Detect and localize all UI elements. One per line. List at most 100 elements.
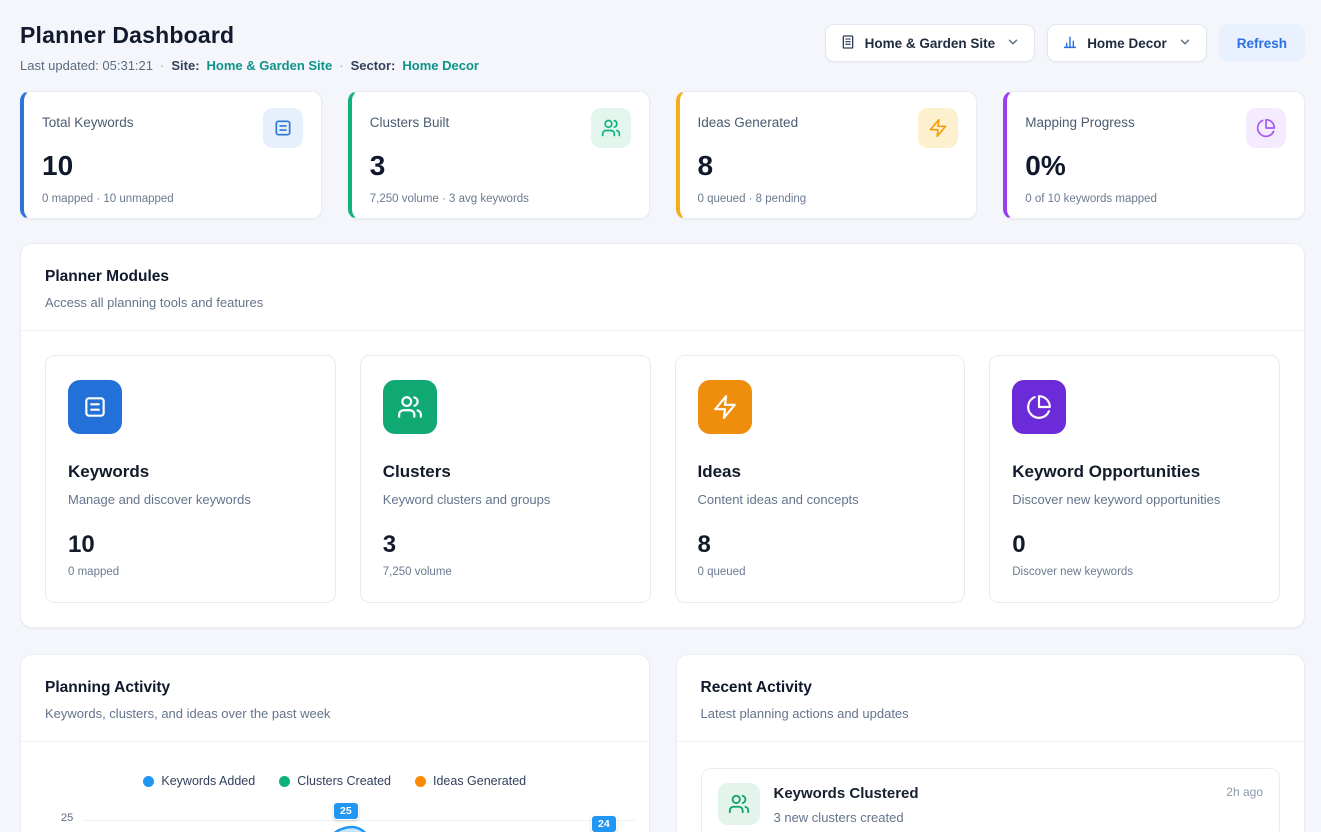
pie-chart-icon <box>1246 108 1286 148</box>
refresh-button[interactable]: Refresh <box>1219 24 1305 62</box>
module-description: Content ideas and concepts <box>698 492 943 507</box>
legend-item-keywords-added: Keywords Added <box>143 774 255 788</box>
page-title: Planner Dashboard <box>20 22 479 49</box>
data-point-label: 24 <box>591 815 617 832</box>
sector-label: Sector: <box>351 58 396 73</box>
sector-selector-dropdown[interactable]: Home Decor <box>1047 24 1207 62</box>
header-meta: Last updated: 05:31:21 · Site: Home & Ga… <box>20 58 479 73</box>
site-link[interactable]: Home & Garden Site <box>207 58 333 73</box>
last-updated-text: Last updated: 05:31:21 <box>20 58 153 73</box>
site-selector-label: Home & Garden Site <box>865 36 996 51</box>
module-subtext: 0 queued <box>698 566 943 578</box>
stats-row: Total Keywords 10 0 mapped · 10 unmapped… <box>0 89 1321 219</box>
chart-legend: Keywords Added Clusters Created Ideas Ge… <box>21 774 649 788</box>
module-subtext: 0 mapped <box>68 566 313 578</box>
module-card-ideas[interactable]: Ideas Content ideas and concepts 8 0 que… <box>675 355 966 603</box>
recent-activity-list: Keywords Clustered 3 new clusters create… <box>677 742 1305 832</box>
stat-subtext: 0 of 10 keywords mapped <box>1025 193 1286 205</box>
stat-subtext: 7,250 volume · 3 avg keywords <box>370 193 631 205</box>
stat-subtext: 0 queued · 8 pending <box>698 193 959 205</box>
meta-separator: · <box>160 58 164 73</box>
stat-card-clusters-built: Clusters Built 3 7,250 volume · 3 avg ke… <box>348 91 650 219</box>
stat-head: Total Keywords <box>42 108 303 148</box>
module-value: 10 <box>68 531 313 559</box>
stat-card-ideas-generated: Ideas Generated 8 0 queued · 8 pending <box>676 91 978 219</box>
list-icon <box>263 108 303 148</box>
stat-label: Mapping Progress <box>1025 115 1135 130</box>
page-header: Planner Dashboard Last updated: 05:31:21… <box>0 0 1321 89</box>
recent-activity-header: Recent Activity Latest planning actions … <box>677 655 1305 741</box>
recent-activity-subtitle: Latest planning actions and updates <box>701 706 1281 721</box>
stat-value: 0% <box>1025 150 1286 182</box>
module-card-clusters[interactable]: Clusters Keyword clusters and groups 3 7… <box>360 355 651 603</box>
modules-subtitle: Access all planning tools and features <box>45 295 1280 310</box>
module-value: 8 <box>698 531 943 559</box>
building-icon <box>840 34 856 53</box>
stat-label: Ideas Generated <box>698 115 799 130</box>
planning-activity-header: Planning Activity Keywords, clusters, an… <box>21 655 649 741</box>
planner-modules-section: Planner Modules Access all planning tool… <box>20 243 1305 628</box>
module-description: Discover new keyword opportunities <box>1012 492 1257 507</box>
recent-activity-panel: Recent Activity Latest planning actions … <box>676 654 1306 832</box>
legend-item-ideas-generated: Ideas Generated <box>415 774 526 788</box>
divider <box>21 741 649 742</box>
stat-card-mapping-progress: Mapping Progress 0% 0 of 10 keywords map… <box>1003 91 1305 219</box>
bottom-row: Planning Activity Keywords, clusters, an… <box>20 654 1305 832</box>
header-left: Planner Dashboard Last updated: 05:31:21… <box>20 22 479 73</box>
module-title: Ideas <box>698 462 943 482</box>
stat-value: 8 <box>698 150 959 182</box>
module-value: 0 <box>1012 531 1257 559</box>
module-card-keywords[interactable]: Keywords Manage and discover keywords 10… <box>45 355 336 603</box>
planning-activity-panel: Planning Activity Keywords, clusters, an… <box>20 654 650 832</box>
recent-activity-title: Recent Activity <box>701 679 1281 697</box>
module-description: Keyword clusters and groups <box>383 492 628 507</box>
module-value: 3 <box>383 531 628 559</box>
stat-head: Mapping Progress <box>1025 108 1286 148</box>
zap-icon <box>698 380 752 434</box>
users-icon <box>383 380 437 434</box>
header-controls: Home & Garden Site Home Decor Refresh <box>825 24 1305 62</box>
recent-activity-item: Keywords Clustered 3 new clusters create… <box>701 768 1281 832</box>
zap-icon <box>918 108 958 148</box>
chevron-down-icon <box>1178 35 1192 52</box>
legend-item-clusters-created: Clusters Created <box>279 774 391 788</box>
modules-header: Planner Modules Access all planning tool… <box>21 244 1304 330</box>
site-selector-dropdown[interactable]: Home & Garden Site <box>825 24 1036 62</box>
stat-label: Clusters Built <box>370 115 450 130</box>
legend-dot-blue <box>143 776 154 787</box>
planning-activity-subtitle: Keywords, clusters, and ideas over the p… <box>45 706 625 721</box>
list-icon <box>68 380 122 434</box>
module-card-keyword-opportunities[interactable]: Keyword Opportunities Discover new keywo… <box>989 355 1280 603</box>
legend-dot-orange <box>415 776 426 787</box>
site-label: Site: <box>171 58 199 73</box>
module-subtext: 7,250 volume <box>383 566 628 578</box>
recent-item-description: 3 new clusters created <box>774 810 919 825</box>
planner-dashboard-page: Planner Dashboard Last updated: 05:31:21… <box>0 0 1321 832</box>
users-icon <box>718 783 760 825</box>
stat-value: 3 <box>370 150 631 182</box>
data-point-label: 25 <box>333 802 359 820</box>
recent-item-timestamp: 2h ago <box>1226 785 1263 799</box>
activity-chart: 25 25 24 <box>21 794 649 832</box>
module-description: Manage and discover keywords <box>68 492 313 507</box>
stat-subtext: 0 mapped · 10 unmapped <box>42 193 303 205</box>
stat-head: Ideas Generated <box>698 108 959 148</box>
bar-chart-icon <box>1062 34 1078 53</box>
pie-chart-icon <box>1012 380 1066 434</box>
module-title: Keyword Opportunities <box>1012 462 1257 482</box>
legend-label: Ideas Generated <box>433 774 526 788</box>
stat-card-total-keywords: Total Keywords 10 0 mapped · 10 unmapped <box>20 91 322 219</box>
recent-item-title: Keywords Clustered <box>774 785 919 802</box>
legend-label: Keywords Added <box>161 774 255 788</box>
module-title: Keywords <box>68 462 313 482</box>
recent-item-text: Keywords Clustered 3 new clusters create… <box>774 783 919 825</box>
planning-activity-title: Planning Activity <box>45 679 625 697</box>
module-title: Clusters <box>383 462 628 482</box>
module-subtext: Discover new keywords <box>1012 566 1257 578</box>
stat-value: 10 <box>42 150 303 182</box>
modules-title: Planner Modules <box>45 268 1280 286</box>
legend-dot-green <box>279 776 290 787</box>
modules-grid: Keywords Manage and discover keywords 10… <box>21 331 1304 627</box>
sector-link[interactable]: Home Decor <box>402 58 479 73</box>
legend-label: Clusters Created <box>297 774 391 788</box>
